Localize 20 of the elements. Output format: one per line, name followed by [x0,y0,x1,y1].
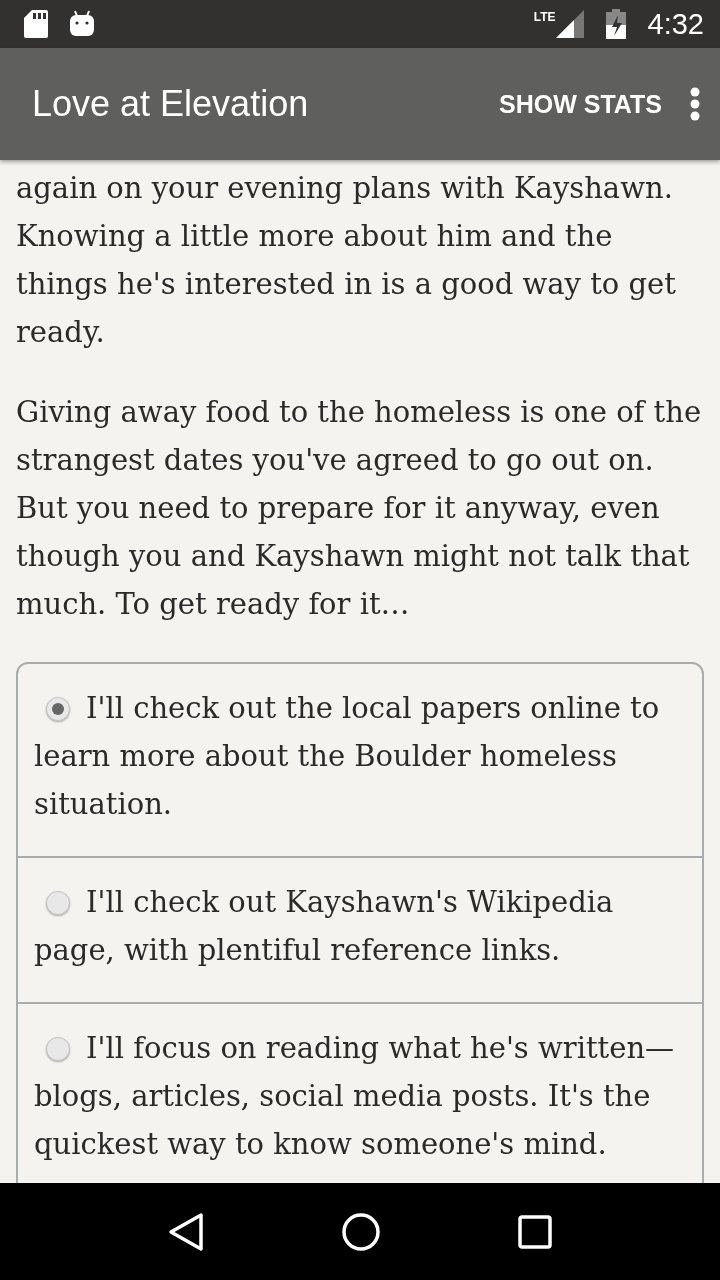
recents-icon[interactable] [517,1214,552,1249]
choice-label[interactable]: I'll focus on reading what he's written—blogs, articles, social media posts. It's the quickest way to know someone's mind. [34,1024,688,1168]
show-stats-button[interactable]: SHOW STATS [491,81,670,127]
android-icon [70,10,94,38]
radio-button[interactable] [46,1037,70,1061]
home-icon[interactable] [341,1211,381,1252]
story-paragraph: again on your evening plans with Kayshawn. Knowing a little more about him and the things he's interested in is a good way to get ready. [16,170,677,351]
radio-button[interactable] [46,891,70,915]
clock: 4:32 [647,7,704,41]
sd-card-icon [24,10,48,38]
battery-icon [605,9,626,39]
network-type: LTE [533,10,556,24]
signal-icon [555,10,584,38]
back-icon[interactable] [168,1211,205,1252]
radio-button[interactable] [46,697,70,721]
more-options-icon[interactable] [690,87,700,121]
story-paragraph: Giving away food to the homeless is one of the strangest dates you've agreed to go out on. But you need to prepare for it anyway, even though you and Kayshawn might not talk that much. To get ready for it… [16,394,703,623]
choice-label[interactable]: I'll check out Kayshawn's Wikipedia page, with plentiful reference links. [34,878,688,974]
app-title: Love at Elevation [32,83,310,125]
choice-label[interactable]: I'll check out the local papers online to learn more about the Boulder homeless situation. [34,684,688,828]
